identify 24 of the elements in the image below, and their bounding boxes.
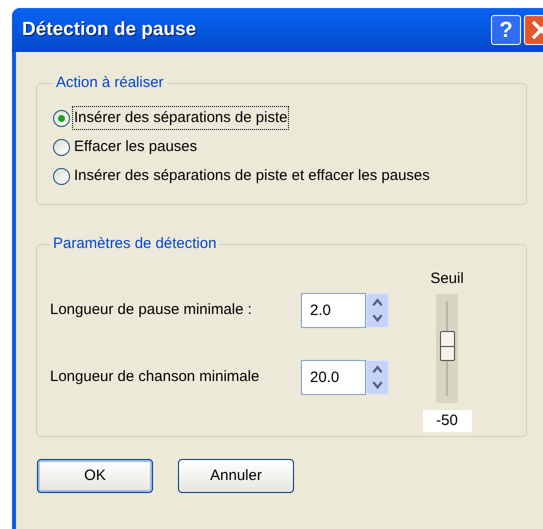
radio-label: Insérer des séparations de piste et effacer les pauses [73,166,431,186]
group-title: Paramètres de détection [52,234,218,254]
slider-thumb[interactable] [440,331,455,362]
field-label: Longueur de chanson minimale [50,366,260,387]
radio-button[interactable] [53,110,70,126]
radio-option[interactable]: Insérer des séparations de piste [53,106,510,130]
number-field[interactable]: 2.0 [301,292,366,328]
dialog-button[interactable]: OK [37,459,153,493]
slider-label: Seuil [430,268,464,288]
field-label: Longueur de pause minimale : [50,300,253,320]
radio-button[interactable] [53,168,70,184]
radio-button[interactable] [53,138,70,156]
group-title: Action à réaliser [55,73,165,93]
slider-value: -50 [422,410,472,432]
help-button[interactable]: ? [491,15,521,45]
number-field[interactable]: 20.0 [301,360,366,394]
radio-option[interactable]: Insérer des séparations de piste et effacer les pauses [53,164,510,188]
radio-label: Effacer les pauses [73,136,198,157]
window-title: Détection de pause [22,18,198,42]
dialog-button[interactable]: Annuler [178,459,294,493]
radio-label: Insérer des séparations de piste [73,106,288,130]
radio-option[interactable]: Effacer les pauses [53,136,510,158]
spin-buttons[interactable] [366,360,389,394]
spin-buttons[interactable] [366,292,389,328]
